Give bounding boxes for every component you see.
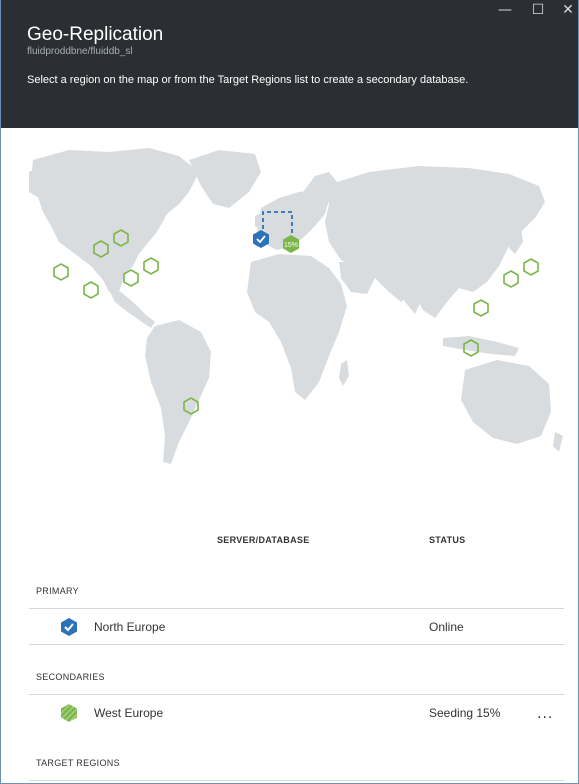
primary-status: Online <box>429 620 464 634</box>
blade-description: Select a region on the map or from the T… <box>27 74 469 86</box>
secondary-region-name: West Europe <box>94 706 164 720</box>
primary-section-heading: PRIMARY <box>36 586 79 596</box>
north-america-landmass <box>31 148 199 292</box>
column-header-status: STATUS <box>429 535 466 545</box>
geo-replication-blade: Geo-Replication fluidproddbne/fluiddb_sl… <box>0 0 579 784</box>
africa-landmass <box>247 254 347 400</box>
target-region-marker[interactable] <box>503 270 519 288</box>
divider <box>29 644 564 645</box>
target-region-marker[interactable] <box>143 257 159 275</box>
secondary-status: Seeding 15% <box>429 706 501 720</box>
target-region-marker[interactable] <box>473 299 489 317</box>
check-hex-icon <box>61 618 77 636</box>
divider <box>29 780 564 781</box>
australia-landmass <box>461 360 551 444</box>
primary-region-name: North Europe <box>94 620 166 634</box>
world-map[interactable]: 15% <box>29 142 565 496</box>
greenland-landmass <box>189 150 261 208</box>
maximize-button[interactable]: ☐ <box>528 2 548 20</box>
target-regions-heading: TARGET REGIONS <box>36 758 120 768</box>
central-america-landmass <box>109 290 155 328</box>
column-header-server: SERVER/DATABASE <box>217 535 310 545</box>
south-america-landmass <box>145 320 211 464</box>
new-zealand-landmass <box>553 432 563 452</box>
blade-subtitle: fluidproddbne/fluiddb_sl <box>27 46 133 57</box>
world-landmass <box>29 148 563 464</box>
target-region-marker[interactable] <box>523 258 539 276</box>
divider <box>29 694 564 695</box>
more-options-button[interactable]: ... <box>537 706 553 722</box>
madagascar-landmass <box>339 360 349 386</box>
target-region-marker[interactable] <box>123 269 139 287</box>
target-region-marker[interactable] <box>53 263 69 281</box>
blade-header: Geo-Replication fluidproddbne/fluiddb_sl… <box>1 0 578 128</box>
divider <box>29 608 564 609</box>
striped-hex-icon <box>61 704 77 722</box>
seeding-percent-label: 15% <box>284 242 298 249</box>
indonesia-landmass <box>443 336 519 356</box>
minimize-button[interactable]: — <box>495 2 515 20</box>
blade-title: Geo-Replication <box>27 24 164 45</box>
target-region-marker[interactable] <box>83 281 99 299</box>
secondaries-section-heading: SECONDARIES <box>36 672 105 682</box>
close-button[interactable]: ✕ <box>558 2 578 20</box>
